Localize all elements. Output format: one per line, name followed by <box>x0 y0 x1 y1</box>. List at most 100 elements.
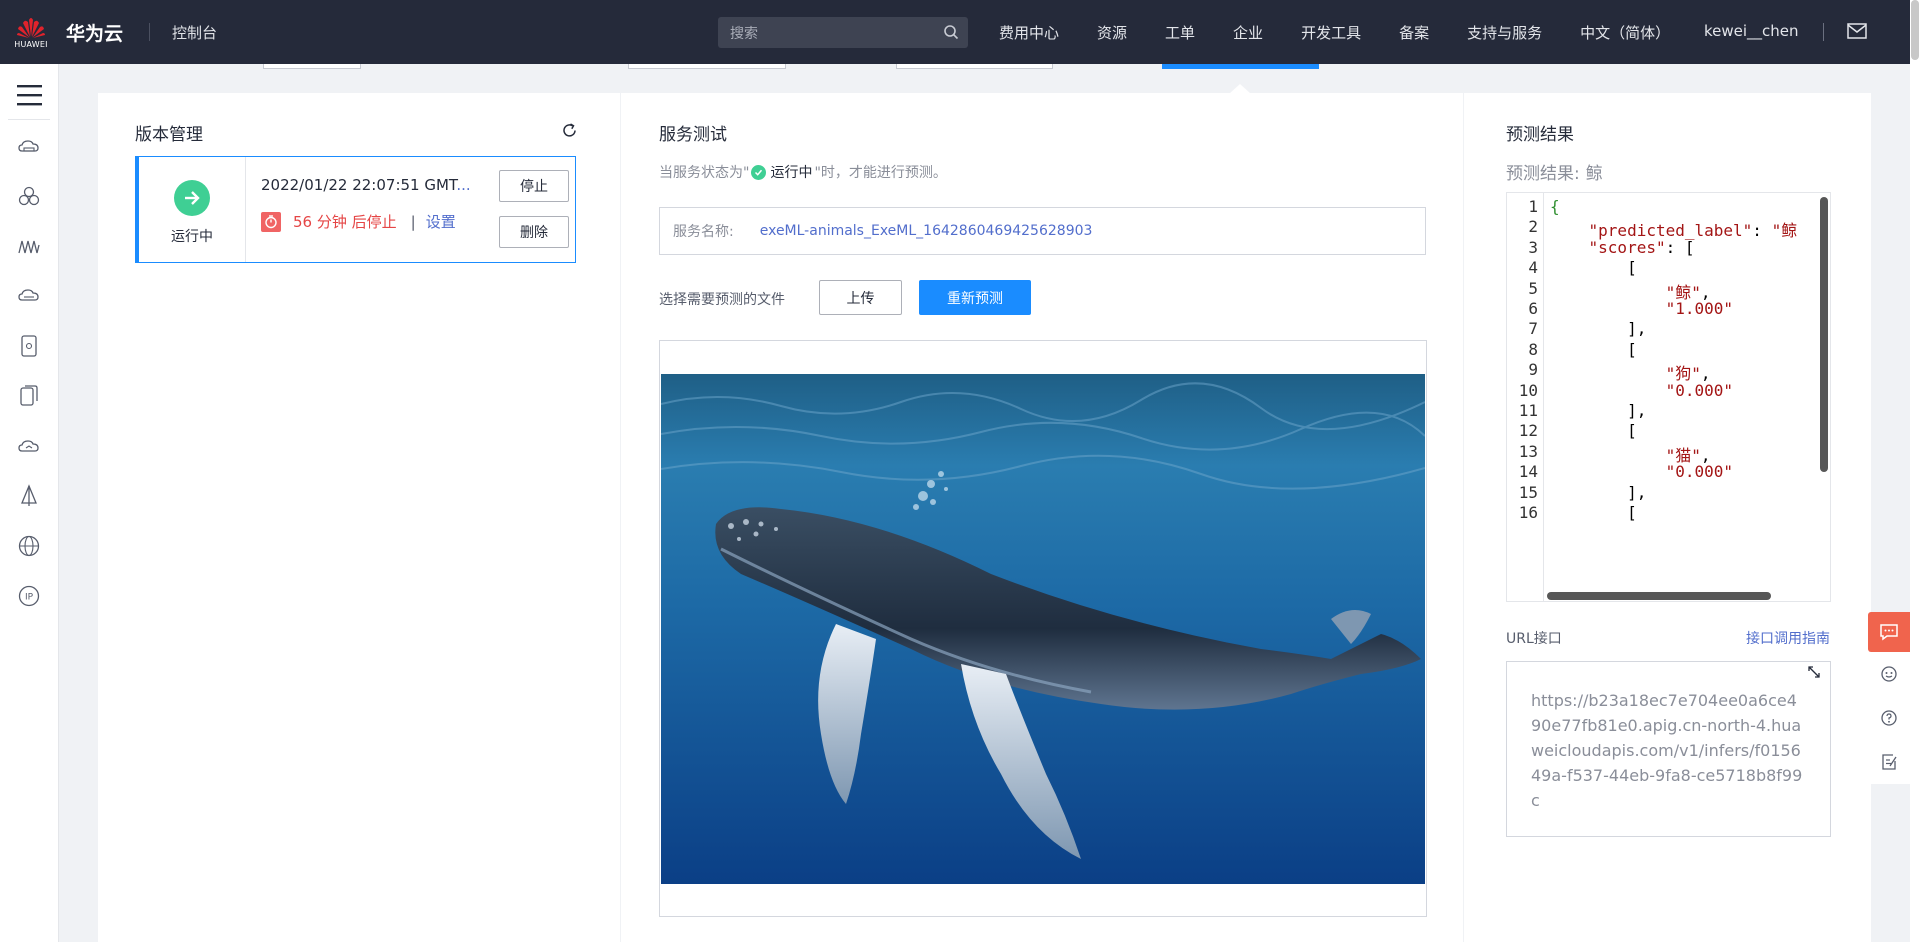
ip-icon[interactable]: IP <box>17 584 41 608</box>
api-guide-link[interactable]: 接口调用指南 <box>1746 628 1830 648</box>
search-input[interactable]: 搜索 <box>718 17 968 48</box>
survey-button[interactable] <box>1868 740 1910 784</box>
version-title: 版本管理 <box>135 125 203 145</box>
tab-pointer <box>1230 84 1250 93</box>
service-hint: 当服务状态为" 运行中 "时，才能进行预测。 <box>659 162 947 182</box>
code-line: [ <box>1550 339 1637 359</box>
refresh-icon[interactable] <box>561 122 578 139</box>
code-line: { <box>1550 197 1560 216</box>
robot-icon <box>1881 666 1897 682</box>
code-line: "1.000" <box>1665 299 1734 318</box>
code-line: ], <box>1550 482 1647 502</box>
line-number: 16 <box>1518 503 1538 522</box>
help-button[interactable] <box>1868 696 1910 740</box>
version-status: 运行中 <box>139 157 246 262</box>
time-ellipsis: ... <box>456 176 471 194</box>
nav-tickets[interactable]: 工单 <box>1165 22 1195 43</box>
left-sidebar: IP <box>0 64 59 942</box>
device-icon[interactable] <box>17 334 41 358</box>
line-number: 11 <box>1518 401 1538 420</box>
repredict-button[interactable]: 重新预测 <box>919 280 1031 315</box>
deploy-time: 2022/01/22 22:07:51 GMT... <box>261 176 471 194</box>
line-number: 1 <box>1528 197 1538 216</box>
cloud-service-icon[interactable] <box>17 434 41 458</box>
nav-support[interactable]: 支持与服务 <box>1467 22 1542 43</box>
result-summary: 预测结果: 鲸 <box>1506 159 1603 184</box>
auto-stop-row: 56 分钟 后停止 | 设置 <box>261 211 456 232</box>
sail-icon[interactable] <box>17 484 41 508</box>
nav-language[interactable]: 中文（简体） <box>1580 22 1670 43</box>
hint-status: 运行中 <box>770 165 813 181</box>
scrollbar-thumb[interactable] <box>1911 0 1919 60</box>
code-line: ], <box>1550 401 1647 420</box>
divider <box>1823 23 1824 41</box>
result-label: 预测结果: <box>1506 164 1580 184</box>
nav-billing[interactable]: 费用中心 <box>999 22 1059 43</box>
feedback-button[interactable] <box>1868 612 1910 652</box>
code-line: [ <box>1550 258 1637 278</box>
stop-button[interactable]: 停止 <box>499 170 569 202</box>
version-panel: 版本管理 运行中 2022/01/22 22:07:51 GMT... 56 分… <box>98 93 620 942</box>
console-link[interactable]: 控制台 <box>172 22 217 43</box>
code-line: "0.000" <box>1665 380 1734 400</box>
nav-dev-tools[interactable]: 开发工具 <box>1301 22 1361 43</box>
service-title: 服务测试 <box>659 125 727 145</box>
expand-icon[interactable] <box>1806 664 1822 680</box>
nodes-icon[interactable] <box>17 185 41 209</box>
whale-image <box>661 374 1425 884</box>
analytics-icon[interactable] <box>17 235 41 259</box>
search-placeholder: 搜索 <box>730 25 758 42</box>
huawei-flower-icon <box>17 17 45 38</box>
active-tab-indicator <box>1162 64 1319 69</box>
line-number: 8 <box>1528 339 1538 359</box>
menu-icon[interactable] <box>17 84 42 106</box>
search-icon[interactable] <box>943 24 959 40</box>
nav-icp[interactable]: 备案 <box>1399 22 1429 43</box>
service-name-field: 服务名称: exeML-animals_ExeML_16428604694256… <box>659 207 1426 255</box>
line-number: 15 <box>1518 482 1538 502</box>
collapsed-field <box>896 64 1053 69</box>
huawei-logo[interactable]: HUAWEI <box>0 0 62 64</box>
service-test-panel: 服务测试 当服务状态为" 运行中 "时，才能进行预测。 服务名称: exeML-… <box>621 93 1463 942</box>
check-icon <box>751 164 767 180</box>
code-line: ], <box>1550 319 1647 339</box>
assistant-button[interactable] <box>1868 652 1910 696</box>
settings-link[interactable]: 设置 <box>426 211 456 232</box>
code-horizontal-scrollbar[interactable] <box>1547 592 1771 600</box>
floating-toolbar <box>1868 612 1910 784</box>
svg-text:IP: IP <box>25 593 34 603</box>
delete-button[interactable]: 删除 <box>499 216 569 248</box>
brand-name[interactable]: 华为云 <box>66 19 123 46</box>
line-number: 4 <box>1528 258 1538 278</box>
logo-text: HUAWEI <box>14 39 48 49</box>
line-number: 2 <box>1528 217 1538 237</box>
cloud-storage-icon[interactable] <box>17 284 41 308</box>
code-vertical-scrollbar[interactable] <box>1820 197 1828 472</box>
devices-icon[interactable] <box>17 384 41 408</box>
url-field[interactable]: https://b23a18ec7e704ee0a6ce490e77fb81e0… <box>1506 661 1831 837</box>
image-preview <box>659 340 1427 917</box>
result-json-viewer[interactable]: 1 2 3 4 5 6 7 8 9 10 11 12 13 14 15 16 { "predicted_lab… <box>1506 192 1831 602</box>
globe-icon[interactable] <box>17 534 41 558</box>
nav-resources[interactable]: 资源 <box>1097 22 1127 43</box>
status-label: 运行中 <box>171 229 213 245</box>
line-number: 9 <box>1528 360 1538 380</box>
user-name[interactable]: kewei__chen <box>1704 22 1799 40</box>
upload-button[interactable]: 上传 <box>819 280 902 315</box>
line-number: 13 <box>1518 441 1538 461</box>
version-card[interactable]: 运行中 2022/01/22 22:07:51 GMT... 56 分钟 后停止… <box>135 156 576 263</box>
deploy-time-value: 2022/01/22 22:07:51 GMT <box>261 176 457 194</box>
timer-icon <box>261 211 281 232</box>
page-scrollbar[interactable] <box>1910 0 1920 942</box>
cloud-server-icon[interactable] <box>17 136 41 160</box>
nav-enterprise[interactable]: 企业 <box>1233 22 1263 43</box>
stop-countdown: 56 分钟 后停止 <box>293 213 397 231</box>
divider <box>8 119 50 120</box>
running-arrow-icon <box>174 180 210 216</box>
line-number: 6 <box>1528 299 1538 318</box>
code-line: "0.000" <box>1665 462 1734 482</box>
result-value: 鲸 <box>1585 164 1603 184</box>
collapsed-field <box>628 64 786 69</box>
mail-icon[interactable] <box>1847 23 1867 39</box>
line-number: 7 <box>1528 319 1538 339</box>
